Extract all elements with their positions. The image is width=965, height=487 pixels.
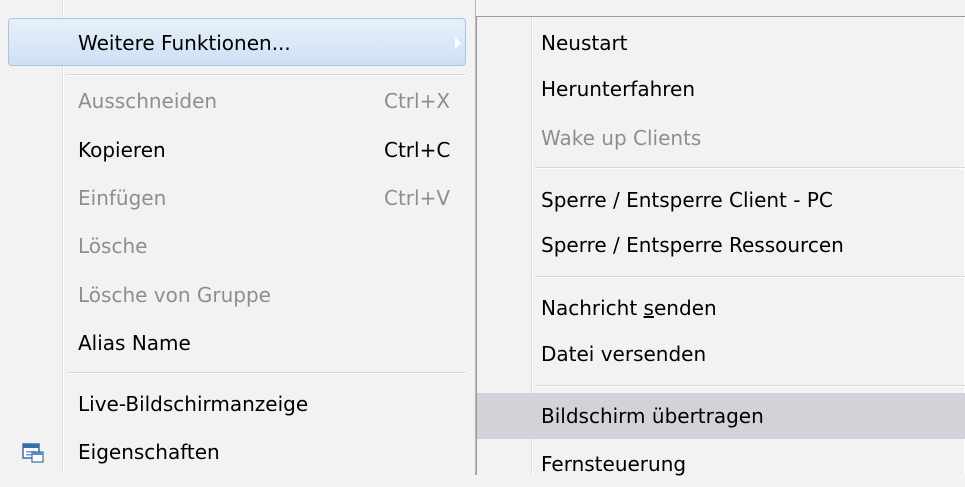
menu-item-label: Kopieren (78, 138, 166, 162)
submenu-separator (535, 167, 965, 168)
mnemonic-underline: s (643, 296, 654, 320)
menu-item-cut[interactable]: Ausschneiden Ctrl+X (0, 78, 470, 124)
menu-item-shortcut: Ctrl+C (384, 138, 451, 162)
submenu-item-send-file[interactable]: Datei versenden (477, 331, 965, 377)
menu-item-label: Live-Bildschirmanzeige (78, 392, 309, 416)
submenu-item-restart[interactable]: Neustart (477, 20, 965, 66)
menu-item-shortcut: Ctrl+X (384, 89, 451, 113)
menu-item-more-functions[interactable]: Weitere Funktionen... (8, 18, 466, 66)
submenu-item-label: Fernsteuerung (541, 452, 687, 476)
menu-item-alias-name[interactable]: Alias Name (0, 320, 470, 366)
menu-item-shortcut: Ctrl+V (384, 186, 451, 210)
submenu-item-send-message[interactable]: Nachricht senden (477, 285, 965, 331)
submenu-item-label: Wake up Clients (541, 126, 702, 150)
menu-item-delete-from-group[interactable]: Lösche von Gruppe (0, 272, 470, 318)
menu-item-label: Ausschneiden (78, 89, 218, 113)
submenu-separator (535, 385, 965, 386)
menu-item-label: Weitere Funktionen... (78, 31, 291, 55)
submenu-separator (535, 276, 965, 277)
menu-item-label: Alias Name (78, 331, 191, 355)
submenu-item-wake-up[interactable]: Wake up Clients (477, 115, 965, 161)
menu-separator (66, 372, 466, 373)
submenu-item-lock-resources[interactable]: Sperre / Entsperre Ressourcen (477, 222, 965, 268)
menu-item-live-screen[interactable]: Live-Bildschirmanzeige (0, 381, 470, 427)
submenu-item-label: Herunterfahren (541, 77, 696, 101)
submenu-item-label: Sperre / Entsperre Ressourcen (541, 233, 844, 257)
submenu-item-label: Neustart (541, 31, 628, 55)
menu-item-copy[interactable]: Kopieren Ctrl+C (0, 127, 470, 173)
submenu-more-functions: Neustart Herunterfahren Wake up Clients … (476, 16, 965, 476)
menu-item-paste[interactable]: Einfügen Ctrl+V (0, 175, 470, 221)
submenu-item-shutdown[interactable]: Herunterfahren (477, 66, 965, 112)
menu-item-label: Eigenschaften (78, 440, 220, 464)
submenu-item-label: Nachricht senden (541, 296, 717, 320)
submenu-arrow-icon (455, 37, 461, 49)
context-menu: Weitere Funktionen... Ausschneiden Ctrl+… (0, 0, 476, 475)
menu-item-delete[interactable]: Lösche (0, 223, 470, 269)
submenu-item-label: Sperre / Entsperre Client - PC (541, 188, 833, 212)
submenu-item-label: Datei versenden (541, 342, 707, 366)
submenu-item-transfer-screen[interactable]: Bildschirm übertragen (477, 393, 965, 439)
menu-item-label: Lösche von Gruppe (78, 283, 271, 307)
properties-icon (22, 443, 44, 463)
menu-item-properties[interactable]: Eigenschaften (0, 429, 470, 475)
menu-item-label: Lösche (78, 234, 148, 258)
menu-separator (66, 74, 466, 75)
menu-item-label: Einfügen (78, 186, 167, 210)
submenu-item-lock-client[interactable]: Sperre / Entsperre Client - PC (477, 177, 965, 223)
submenu-item-label: Bildschirm übertragen (541, 404, 764, 428)
submenu-item-remote-control[interactable]: Fernsteuerung (477, 441, 965, 487)
